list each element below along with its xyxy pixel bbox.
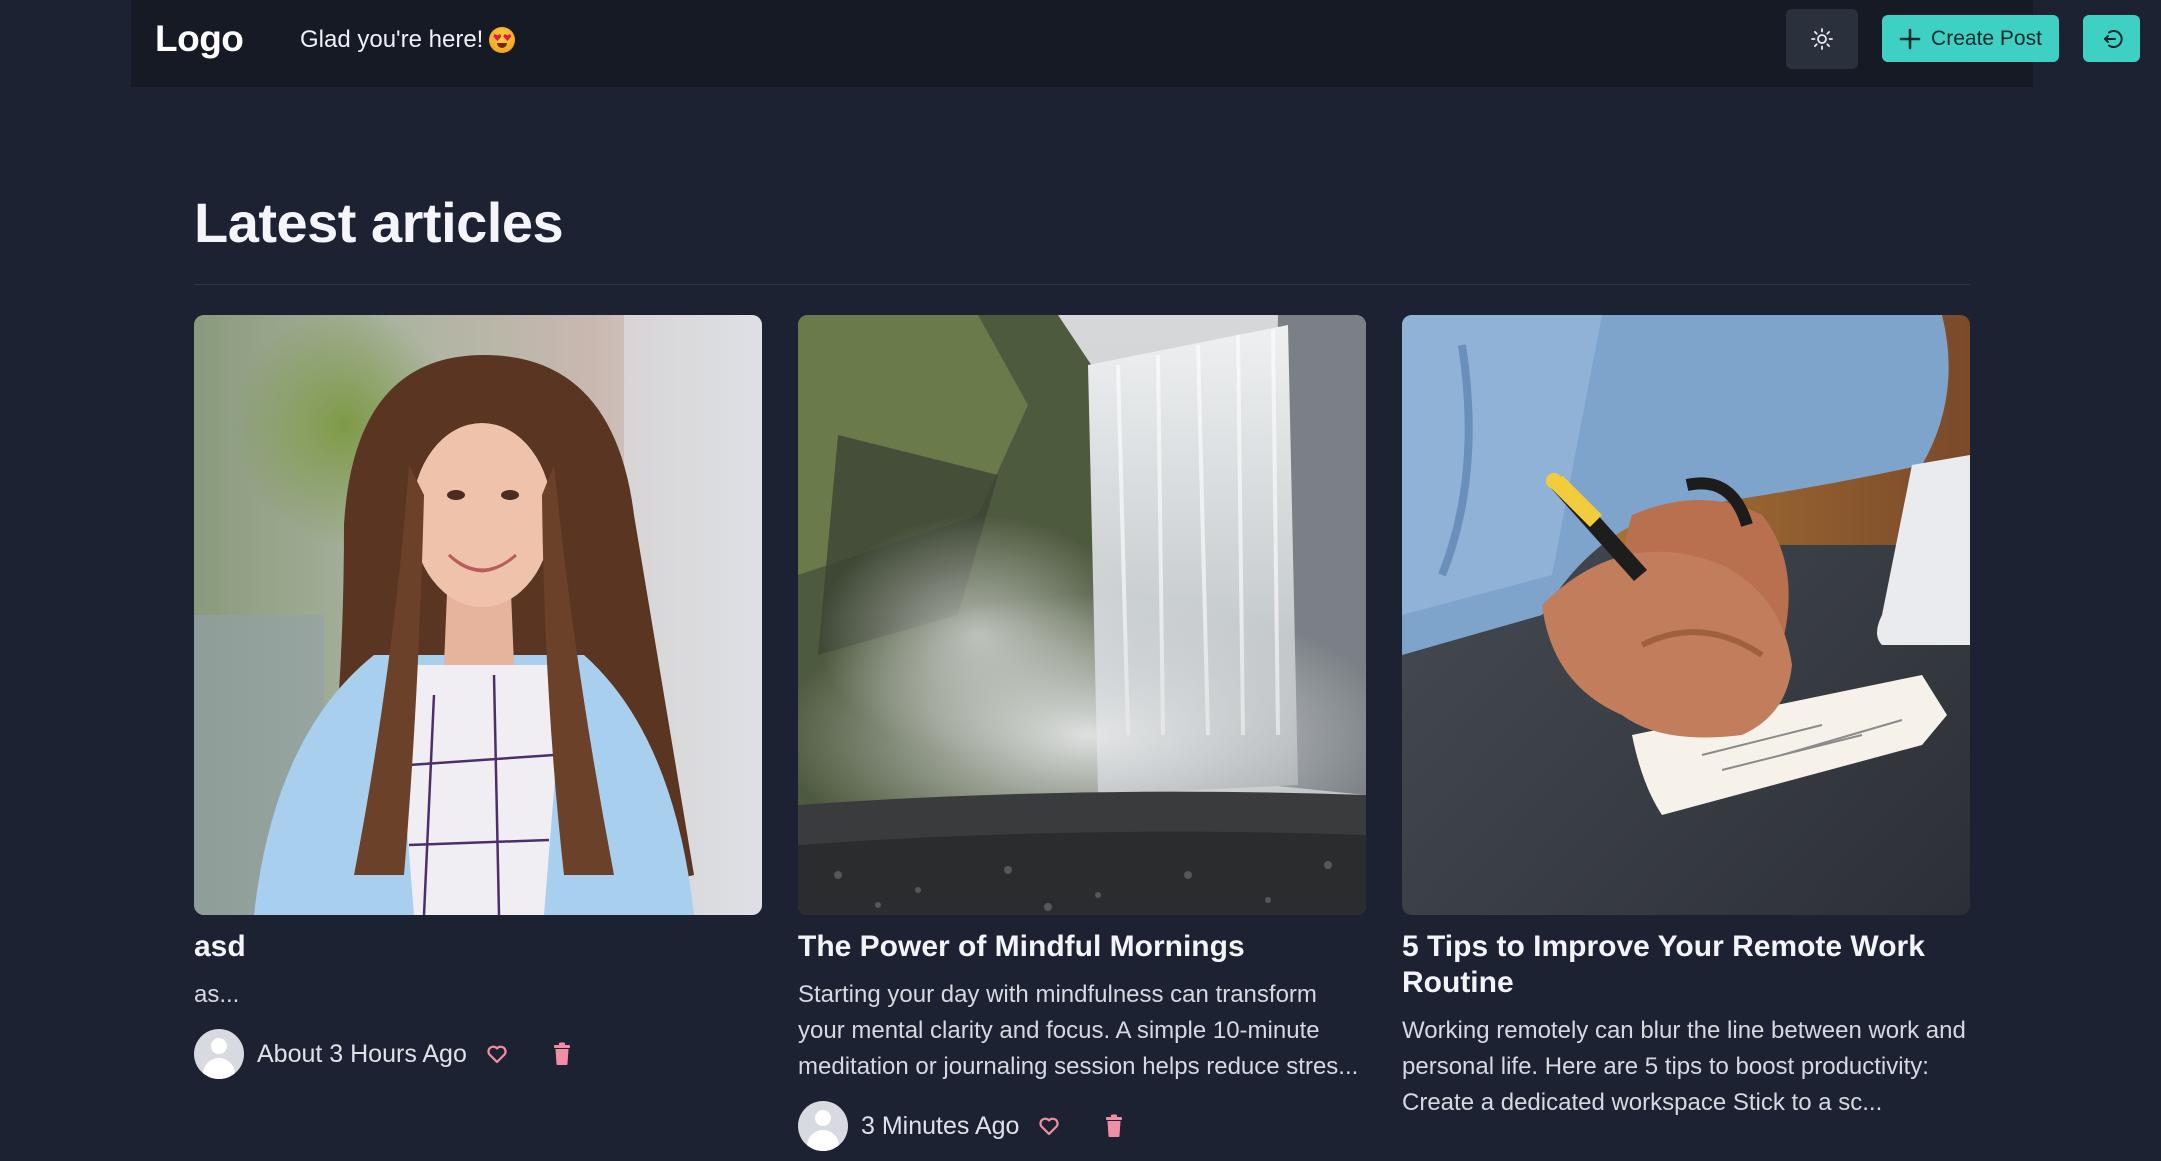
article-meta: About 3 Hours Ago xyxy=(194,1029,762,1079)
article-excerpt: Starting your day with mindfulness can t… xyxy=(798,981,1359,1080)
logout-button[interactable] xyxy=(2083,15,2140,62)
delete-button[interactable] xyxy=(551,1042,573,1066)
delete-button[interactable] xyxy=(1103,1114,1125,1138)
author-avatar[interactable] xyxy=(194,1029,244,1079)
title-divider xyxy=(194,284,1970,285)
article-title[interactable]: The Power of Mindful Mornings xyxy=(798,929,1366,965)
article-image[interactable] xyxy=(798,315,1366,915)
article-card[interactable]: The Power of Mindful Mornings Starting y… xyxy=(798,315,1366,1151)
article-card[interactable]: asd as... About 3 Hours Ago xyxy=(194,315,762,1079)
theme-toggle-button[interactable] xyxy=(1786,9,1858,69)
article-time: About 3 Hours Ago xyxy=(257,1039,467,1068)
article-image[interactable] xyxy=(194,315,762,915)
article-excerpt: as... xyxy=(194,981,240,1008)
heart-eyes-emoji-icon xyxy=(489,27,516,53)
plus-icon xyxy=(1899,28,1921,49)
article-image[interactable] xyxy=(1402,315,1970,915)
greeting-label: Glad you're here! xyxy=(300,26,484,53)
article-card[interactable]: 5 Tips to Improve Your Remote Work Routi… xyxy=(1402,315,1970,1121)
create-post-label: Create Post xyxy=(1931,26,2042,50)
article-excerpt: Working remotely can blur the line betwe… xyxy=(1402,1017,1966,1116)
sun-icon xyxy=(1811,28,1833,50)
heart-icon xyxy=(1039,1117,1060,1136)
create-post-button[interactable]: Create Post xyxy=(1882,15,2059,62)
author-avatar[interactable] xyxy=(798,1101,848,1151)
top-navbar: Logo Glad you're here! Create Post xyxy=(131,0,2140,87)
greeting-text: Glad you're here! xyxy=(300,26,516,54)
hand-writing-image xyxy=(1402,315,1970,915)
like-button[interactable] xyxy=(485,1042,509,1066)
heart-icon xyxy=(487,1045,507,1064)
trash-icon xyxy=(553,1042,570,1065)
article-time: 3 Minutes Ago xyxy=(861,1111,1020,1140)
logout-icon xyxy=(2103,29,2123,48)
article-title[interactable]: asd xyxy=(194,929,762,965)
trash-icon xyxy=(1106,1114,1123,1137)
like-button[interactable] xyxy=(1037,1114,1061,1138)
page-title: Latest articles xyxy=(194,191,564,254)
waterfall-image xyxy=(798,315,1366,915)
article-meta: 3 Minutes Ago xyxy=(798,1101,1366,1151)
woman-portrait-image xyxy=(194,315,762,915)
article-title[interactable]: 5 Tips to Improve Your Remote Work Routi… xyxy=(1402,929,1970,1001)
logo[interactable]: Logo xyxy=(155,18,244,60)
